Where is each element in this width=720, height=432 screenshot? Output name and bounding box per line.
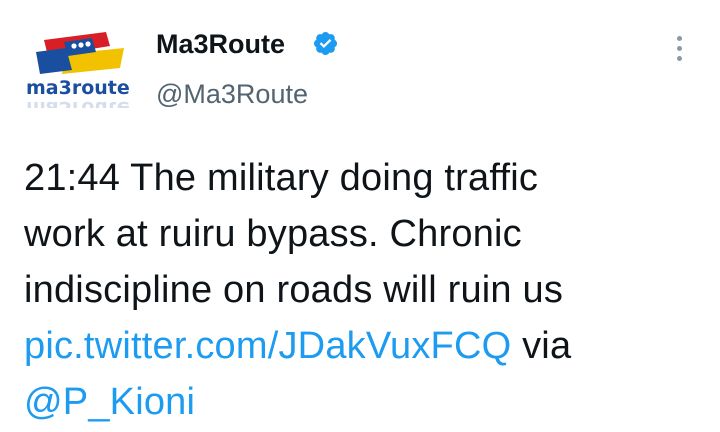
tweet-text-line: 21:44 The military doing traffic (24, 157, 539, 199)
more-dot (676, 46, 682, 51)
tweet-text-line: indiscipline on roads will ruin us (24, 269, 564, 311)
tweet-text-line: @P_Kioni (24, 374, 704, 430)
tweet-text-line: pic.twitter.com/JDakVuxFCQ via (24, 318, 704, 374)
mention-link[interactable]: @P_Kioni (24, 381, 195, 423)
verified-badge-icon (313, 31, 338, 56)
tweet-text: 21:44 The military doing traffic work at… (24, 150, 704, 430)
avatar-wordmark-reflection: ma3route (26, 97, 130, 108)
tweet-text-line: work at ruiru bypass. Chronic (24, 213, 522, 255)
more-dot (676, 56, 682, 61)
avatar-wordmark: ma3route (26, 77, 130, 99)
via-text: via (511, 325, 572, 367)
ma3route-logo: ma3route ma3route (26, 32, 130, 119)
media-link[interactable]: pic.twitter.com/JDakVuxFCQ (24, 325, 511, 367)
more-dot (676, 36, 682, 41)
avatar[interactable]: ma3route ma3route (26, 18, 130, 119)
author-display-name[interactable]: Ma3Route (156, 28, 285, 60)
author-handle[interactable]: @Ma3Route (156, 78, 308, 110)
tweet-card: ma3route ma3route Ma3Route @Ma3Route 21:… (0, 0, 720, 432)
more-options-icon[interactable] (669, 36, 689, 64)
